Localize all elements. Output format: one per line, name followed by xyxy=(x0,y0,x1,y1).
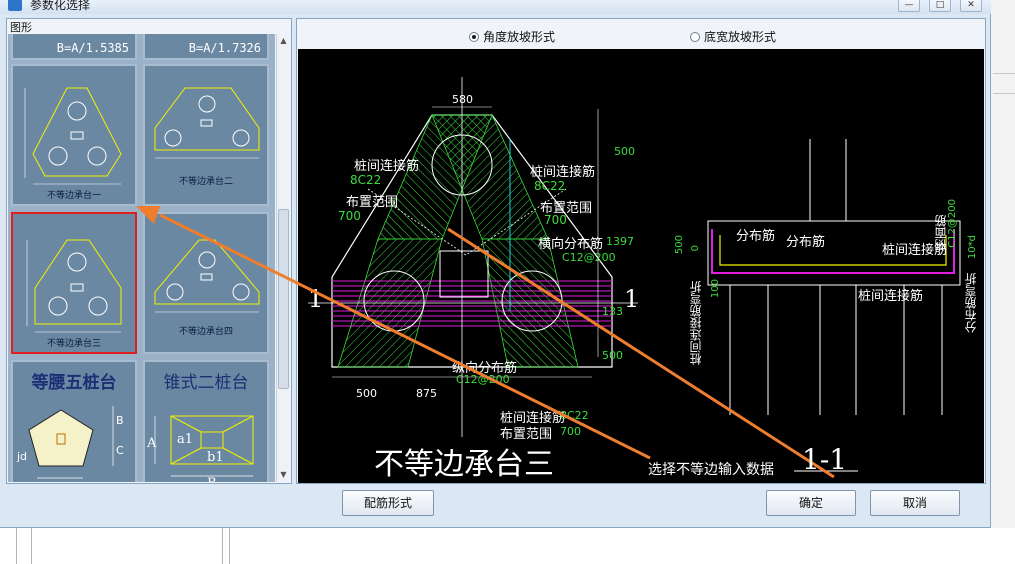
thumbnail-formula: B=A/1.7326 xyxy=(188,41,261,55)
note-right-spec: 8C22 xyxy=(534,179,566,193)
slope-form-options: 角度放坡形式 底宽放坡形式 xyxy=(297,19,985,49)
pentagon-label-c: C xyxy=(116,444,124,457)
dim-right-500: 500 xyxy=(602,349,623,362)
section-note-dist-2: 分布筋 xyxy=(786,235,826,250)
radio-bottom-width-slope[interactable]: 底宽放坡形式 xyxy=(690,28,776,45)
dim-top-height: 500 xyxy=(614,145,635,158)
app-icon xyxy=(8,0,22,11)
section-note-left-vertical: 桩间连接筋弯折 xyxy=(689,281,703,365)
shape-thumbnail-taper-two-pile[interactable]: 锥式二桩台 A a1 b1 B xyxy=(143,360,269,482)
note-bottom-spec: 8C22 xyxy=(560,409,589,422)
background-area xyxy=(0,528,1015,564)
dim-right-133: 133 xyxy=(602,305,623,318)
parametric-select-dialog: 参数化选择 — □ ✕ 图形 B=A/1.5385 B=A/1.7326 不等边… xyxy=(0,0,991,528)
thumbnail-formula: B=A/1.5385 xyxy=(56,41,129,55)
section-title: 1-1 xyxy=(802,443,848,476)
dim-bottom-875: 875 xyxy=(416,387,437,400)
note-vertical-spec: C12@200 xyxy=(456,373,510,386)
scroll-thumb[interactable] xyxy=(278,209,289,389)
scroll-down-icon[interactable]: ▼ xyxy=(277,468,290,482)
dim-middle-height: 1397 xyxy=(606,235,634,248)
dim-top-width: 580 xyxy=(452,93,473,106)
radio-label: 底宽放坡形式 xyxy=(704,30,777,44)
taper-label-b: B xyxy=(207,476,217,482)
section-note-bend: 10*d xyxy=(967,235,978,260)
maximize-button[interactable]: □ xyxy=(929,0,951,12)
preview-panel: 角度放坡形式 底宽放坡形式 不等边承台三 1-1 1 1 580 500 139… xyxy=(296,18,986,484)
unequal-cap-2-shape xyxy=(154,87,260,159)
note-left-rebar: 桩间连接筋 xyxy=(354,159,420,174)
section-note-right-vertical: 分布筋弯折 xyxy=(964,273,978,333)
unequal-cap-4-shape xyxy=(154,239,260,313)
shape-thumbnail-unequal-2[interactable]: 不等边承台二 xyxy=(143,64,269,206)
thumbnail-caption: 不等边承台二 xyxy=(178,177,233,187)
pentagon-label-jd: jd xyxy=(17,450,28,463)
section-note-top-spec: C12@200 xyxy=(947,199,958,248)
section-mark-left: 1 xyxy=(308,285,324,313)
unequal-cap-1-shape xyxy=(24,87,122,185)
pentagon-cap-shape xyxy=(28,406,114,479)
taper-label-a1: a1 xyxy=(177,432,194,447)
note-left-range-value: 700 xyxy=(338,209,361,223)
shape-panel-label: 图形 xyxy=(10,21,32,34)
section-note-dist-1: 分布筋 xyxy=(736,229,776,244)
note-horizontal-spec: C12@200 xyxy=(562,251,616,264)
dim-bottom-500: 500 xyxy=(356,387,377,400)
radio-label: 角度放坡形式 xyxy=(483,30,556,44)
radio-checked-icon xyxy=(469,31,479,42)
note-bottom-range: 布置范围 xyxy=(500,427,553,442)
shape-thumbnail-list: B=A/1.5385 B=A/1.7326 不等边承台一 不等边承台二 不等边承… xyxy=(8,34,275,482)
rebar-form-button[interactable]: 配筋形式 xyxy=(342,490,434,516)
background-window-edge xyxy=(990,0,1015,564)
callout-annotation: 选择不等边输入数据 xyxy=(648,462,774,478)
radio-angle-slope[interactable]: 角度放坡形式 xyxy=(469,28,555,45)
pentagon-label-b: B xyxy=(116,414,124,427)
unequal-cap-3-shape xyxy=(26,239,122,333)
cap-drawing xyxy=(308,77,961,479)
note-right-rebar: 桩间连接筋 xyxy=(530,165,596,180)
shape-thumbnail[interactable]: B=A/1.5385 xyxy=(11,34,137,60)
title-bar: 参数化选择 — □ ✕ xyxy=(0,0,991,14)
shape-thumbnail-unequal-3[interactable]: 不等边承台三 xyxy=(11,212,137,354)
shape-thumbnail-unequal-4[interactable]: 不等边承台四 xyxy=(143,212,269,354)
section-mark-right: 1 xyxy=(624,285,640,313)
radio-unchecked-icon xyxy=(690,31,700,42)
note-left-range: 布置范围 xyxy=(346,195,399,210)
taper-label-a: A xyxy=(147,436,157,451)
taper-cap-shape xyxy=(154,415,254,477)
thumbnail-caption: 不等边承台三 xyxy=(46,339,101,349)
close-button[interactable]: ✕ xyxy=(960,0,982,12)
note-right-range-value: 700 xyxy=(544,213,567,227)
cancel-button[interactable]: 取消 xyxy=(870,490,960,516)
note-horizontal-dist: 横向分布筋 xyxy=(538,237,604,252)
thumbnail-caption: 不等边承台一 xyxy=(46,191,101,201)
drawing-title: 不等边承台三 xyxy=(374,447,554,482)
shape-panel: 图形 B=A/1.5385 B=A/1.7326 不等边承台一 不等边承台二 不… xyxy=(6,18,292,484)
section-dim-500: 500 xyxy=(674,235,685,255)
drawing-canvas: 不等边承台三 1-1 1 1 580 500 1397 133 500 500 … xyxy=(298,49,984,483)
thumbnail-scrollbar[interactable]: ▲ ▼ xyxy=(276,34,290,482)
dialog-footer: 配筋形式 确定 取消 xyxy=(6,486,986,524)
shape-thumbnail-pentagon[interactable]: 等腰五桩台 B C jd xyxy=(11,360,137,482)
shape-thumbnail-unequal-1[interactable]: 不等边承台一 xyxy=(11,64,137,206)
window-title: 参数化选择 xyxy=(30,0,91,12)
section-dim-100: 100 xyxy=(710,279,721,299)
thumbnail-caption: 不等边承台四 xyxy=(178,327,233,337)
section-dim-0: 0 xyxy=(690,245,701,252)
minimize-button[interactable]: — xyxy=(898,0,920,12)
section-note-bottom-connect: 桩间连接筋 xyxy=(858,289,924,304)
taper-label-b1: b1 xyxy=(207,450,224,465)
shape-thumbnail[interactable]: B=A/1.7326 xyxy=(143,34,269,60)
note-bottom-range-value: 700 xyxy=(560,425,581,438)
note-left-spec: 8C22 xyxy=(350,173,382,187)
scroll-up-icon[interactable]: ▲ xyxy=(277,34,290,48)
ok-button[interactable]: 确定 xyxy=(766,490,856,516)
